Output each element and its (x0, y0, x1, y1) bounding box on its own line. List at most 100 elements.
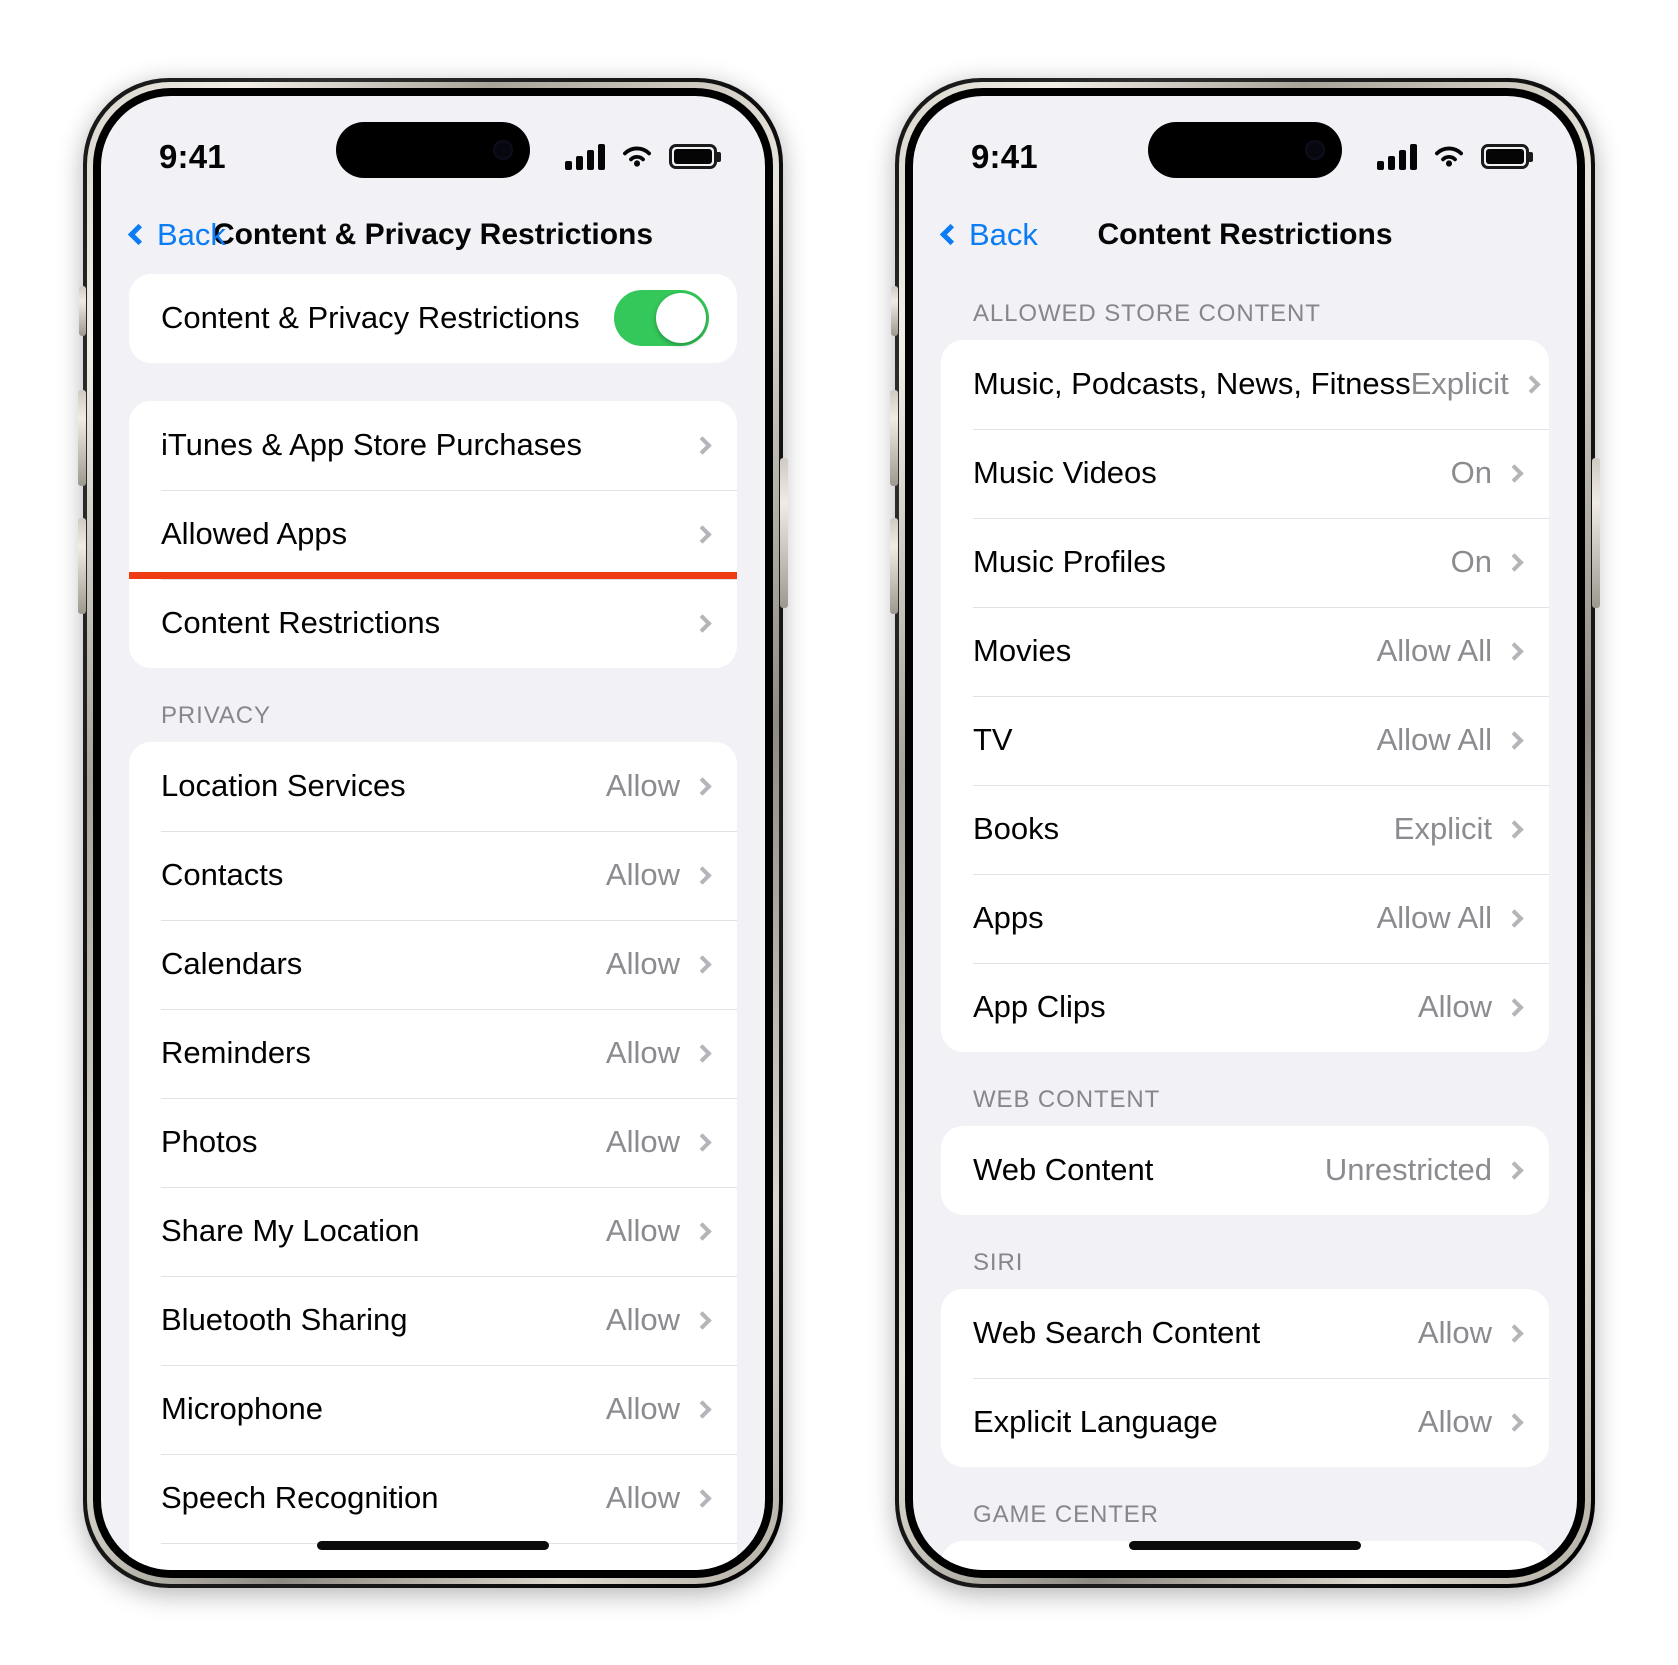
row-label: Explicit Language (973, 1404, 1218, 1439)
home-indicator[interactable] (317, 1540, 549, 1550)
row-movies[interactable]: Movies Allow All (941, 606, 1549, 696)
front-camera-icon (1305, 139, 1325, 160)
status-clock: 9:41 (159, 137, 226, 175)
chevron-right-icon (1505, 1412, 1524, 1432)
row-content-privacy-restrictions[interactable]: Content & Privacy Restrictions (129, 274, 737, 363)
row-content-restrictions[interactable]: Content Restrictions (129, 571, 737, 668)
chevron-right-icon (693, 1132, 712, 1152)
chevron-right-icon (1505, 463, 1524, 483)
chevron-right-icon (693, 1043, 712, 1063)
row-value: On (1450, 455, 1492, 490)
chevron-right-icon (693, 1399, 712, 1419)
cellular-bars-icon (565, 143, 605, 170)
row-bluetooth-sharing[interactable]: Bluetooth Sharing Allow (129, 1275, 737, 1365)
settings-scroll-left[interactable]: Content & Privacy Restrictions iTunes & … (101, 273, 765, 1570)
row-value: Allow All (1376, 722, 1492, 757)
row-label: Apps (973, 900, 1044, 935)
screen-left: 9:41 Back Content & Privacy Restrictions… (101, 95, 765, 1570)
row-web-content[interactable]: Web Content Unrestricted (941, 1126, 1549, 1215)
row-location-services[interactable]: Location Services Allow (129, 742, 737, 831)
row-photos[interactable]: Photos Allow (129, 1097, 737, 1187)
chevron-right-icon (1522, 374, 1541, 394)
row-microphone[interactable]: Microphone Allow (129, 1364, 737, 1454)
row-value: Allow with Everyone (1231, 1567, 1508, 1570)
volume-up-button[interactable] (78, 389, 86, 486)
row-reminders[interactable]: Reminders Allow (129, 1008, 737, 1098)
row-label: TV (973, 722, 1013, 757)
group-allowed-store-content: Music, Podcasts, News, Fitness Explicit Mu… (941, 339, 1549, 1052)
status-clock: 9:41 (971, 137, 1038, 175)
chevron-right-icon (693, 1310, 712, 1330)
section-header-privacy: PRIVACY (161, 701, 271, 729)
chevron-right-icon (693, 1488, 712, 1508)
group-web-content: Web Content Unrestricted (941, 1125, 1549, 1215)
row-calendars[interactable]: Calendars Allow (129, 919, 737, 1009)
row-music-podcasts-news-fitness[interactable]: Music, Podcasts, News, Fitness Explicit (941, 340, 1549, 429)
row-books[interactable]: Books Explicit (941, 784, 1549, 874)
row-contacts[interactable]: Contacts Allow (129, 830, 737, 920)
silent-switch-button[interactable] (79, 285, 86, 336)
row-app-clips[interactable]: App Clips Allow (941, 962, 1549, 1052)
row-value: Allow (605, 946, 680, 981)
row-value: Allow (1417, 1315, 1492, 1350)
row-label: App Clips (973, 989, 1106, 1024)
row-tv[interactable]: TV Allow All (941, 695, 1549, 785)
chevron-right-icon (693, 1221, 712, 1241)
row-value: Allow (605, 768, 680, 803)
section-header-siri: SIRI (973, 1248, 1024, 1276)
back-button[interactable]: Back (939, 217, 1038, 253)
volume-down-button[interactable] (890, 517, 898, 614)
row-speech-recognition[interactable]: Speech Recognition Allow (129, 1453, 737, 1543)
battery-full-icon (1481, 144, 1529, 169)
volume-up-button[interactable] (890, 389, 898, 486)
chevron-right-icon (693, 524, 712, 544)
iphone-device-right: 9:41 Back Content Restrictions ALLOWED S… (890, 77, 1600, 1588)
chevron-right-icon (1505, 552, 1524, 572)
chevron-right-icon (1505, 997, 1524, 1017)
row-label: iTunes & App Store Purchases (161, 427, 583, 462)
row-value: On (1450, 544, 1492, 579)
row-value: Allow (1417, 989, 1492, 1024)
group-siri: Web Search Content Allow Explicit Language… (941, 1288, 1549, 1467)
row-value: Allow (1417, 1404, 1492, 1439)
back-button[interactable]: Back (127, 217, 226, 253)
cellular-bars-icon (1377, 143, 1417, 170)
dynamic-island (1148, 121, 1342, 178)
toggle-knob (656, 293, 706, 343)
chevron-right-icon (1505, 641, 1524, 661)
power-button[interactable] (1592, 457, 1600, 608)
row-music-videos[interactable]: Music Videos On (941, 428, 1549, 518)
row-label: Share My Location (161, 1213, 420, 1248)
row-label: Reminders (161, 1035, 311, 1070)
row-apps[interactable]: Apps Allow All (941, 873, 1549, 963)
chevron-right-icon (1505, 1160, 1524, 1180)
home-indicator[interactable] (1129, 1540, 1361, 1550)
master-toggle-group: Content & Privacy Restrictions (129, 273, 737, 363)
row-explicit-language[interactable]: Explicit Language Allow (941, 1377, 1549, 1467)
row-label: Contacts (161, 857, 284, 892)
battery-full-icon (669, 144, 717, 169)
row-value: Allow (605, 857, 680, 892)
row-web-search-content[interactable]: Web Search Content Allow (941, 1289, 1549, 1378)
row-share-my-location[interactable]: Share My Location Allow (129, 1186, 737, 1276)
row-music-profiles[interactable]: Music Profiles On (941, 517, 1549, 607)
chevron-right-icon (1505, 908, 1524, 928)
power-button[interactable] (780, 457, 788, 608)
status-icons (565, 143, 717, 170)
row-label: Photos (161, 1124, 258, 1159)
chevron-right-icon (693, 435, 712, 455)
row-label: Speech Recognition (161, 1480, 439, 1515)
silent-switch-button[interactable] (891, 285, 898, 336)
iphone-device-left: 9:41 Back Content & Privacy Restrictions… (78, 77, 788, 1588)
settings-scroll-right[interactable]: ALLOWED STORE CONTENT Music, Podcasts, Ne… (913, 274, 1577, 1570)
restrictions-group: iTunes & App Store Purchases Allowed App… (129, 400, 737, 668)
row-itunes-app-store-purchases[interactable]: iTunes & App Store Purchases (129, 401, 737, 490)
restrictions-group-wrap: iTunes & App Store Purchases Allowed App… (129, 400, 737, 668)
content-privacy-restrictions-toggle[interactable] (614, 290, 709, 346)
chevron-right-icon (693, 776, 712, 796)
chevron-right-icon (693, 613, 712, 633)
row-allowed-apps[interactable]: Allowed Apps (129, 489, 737, 579)
chevron-right-icon (693, 954, 712, 974)
volume-down-button[interactable] (78, 517, 86, 614)
